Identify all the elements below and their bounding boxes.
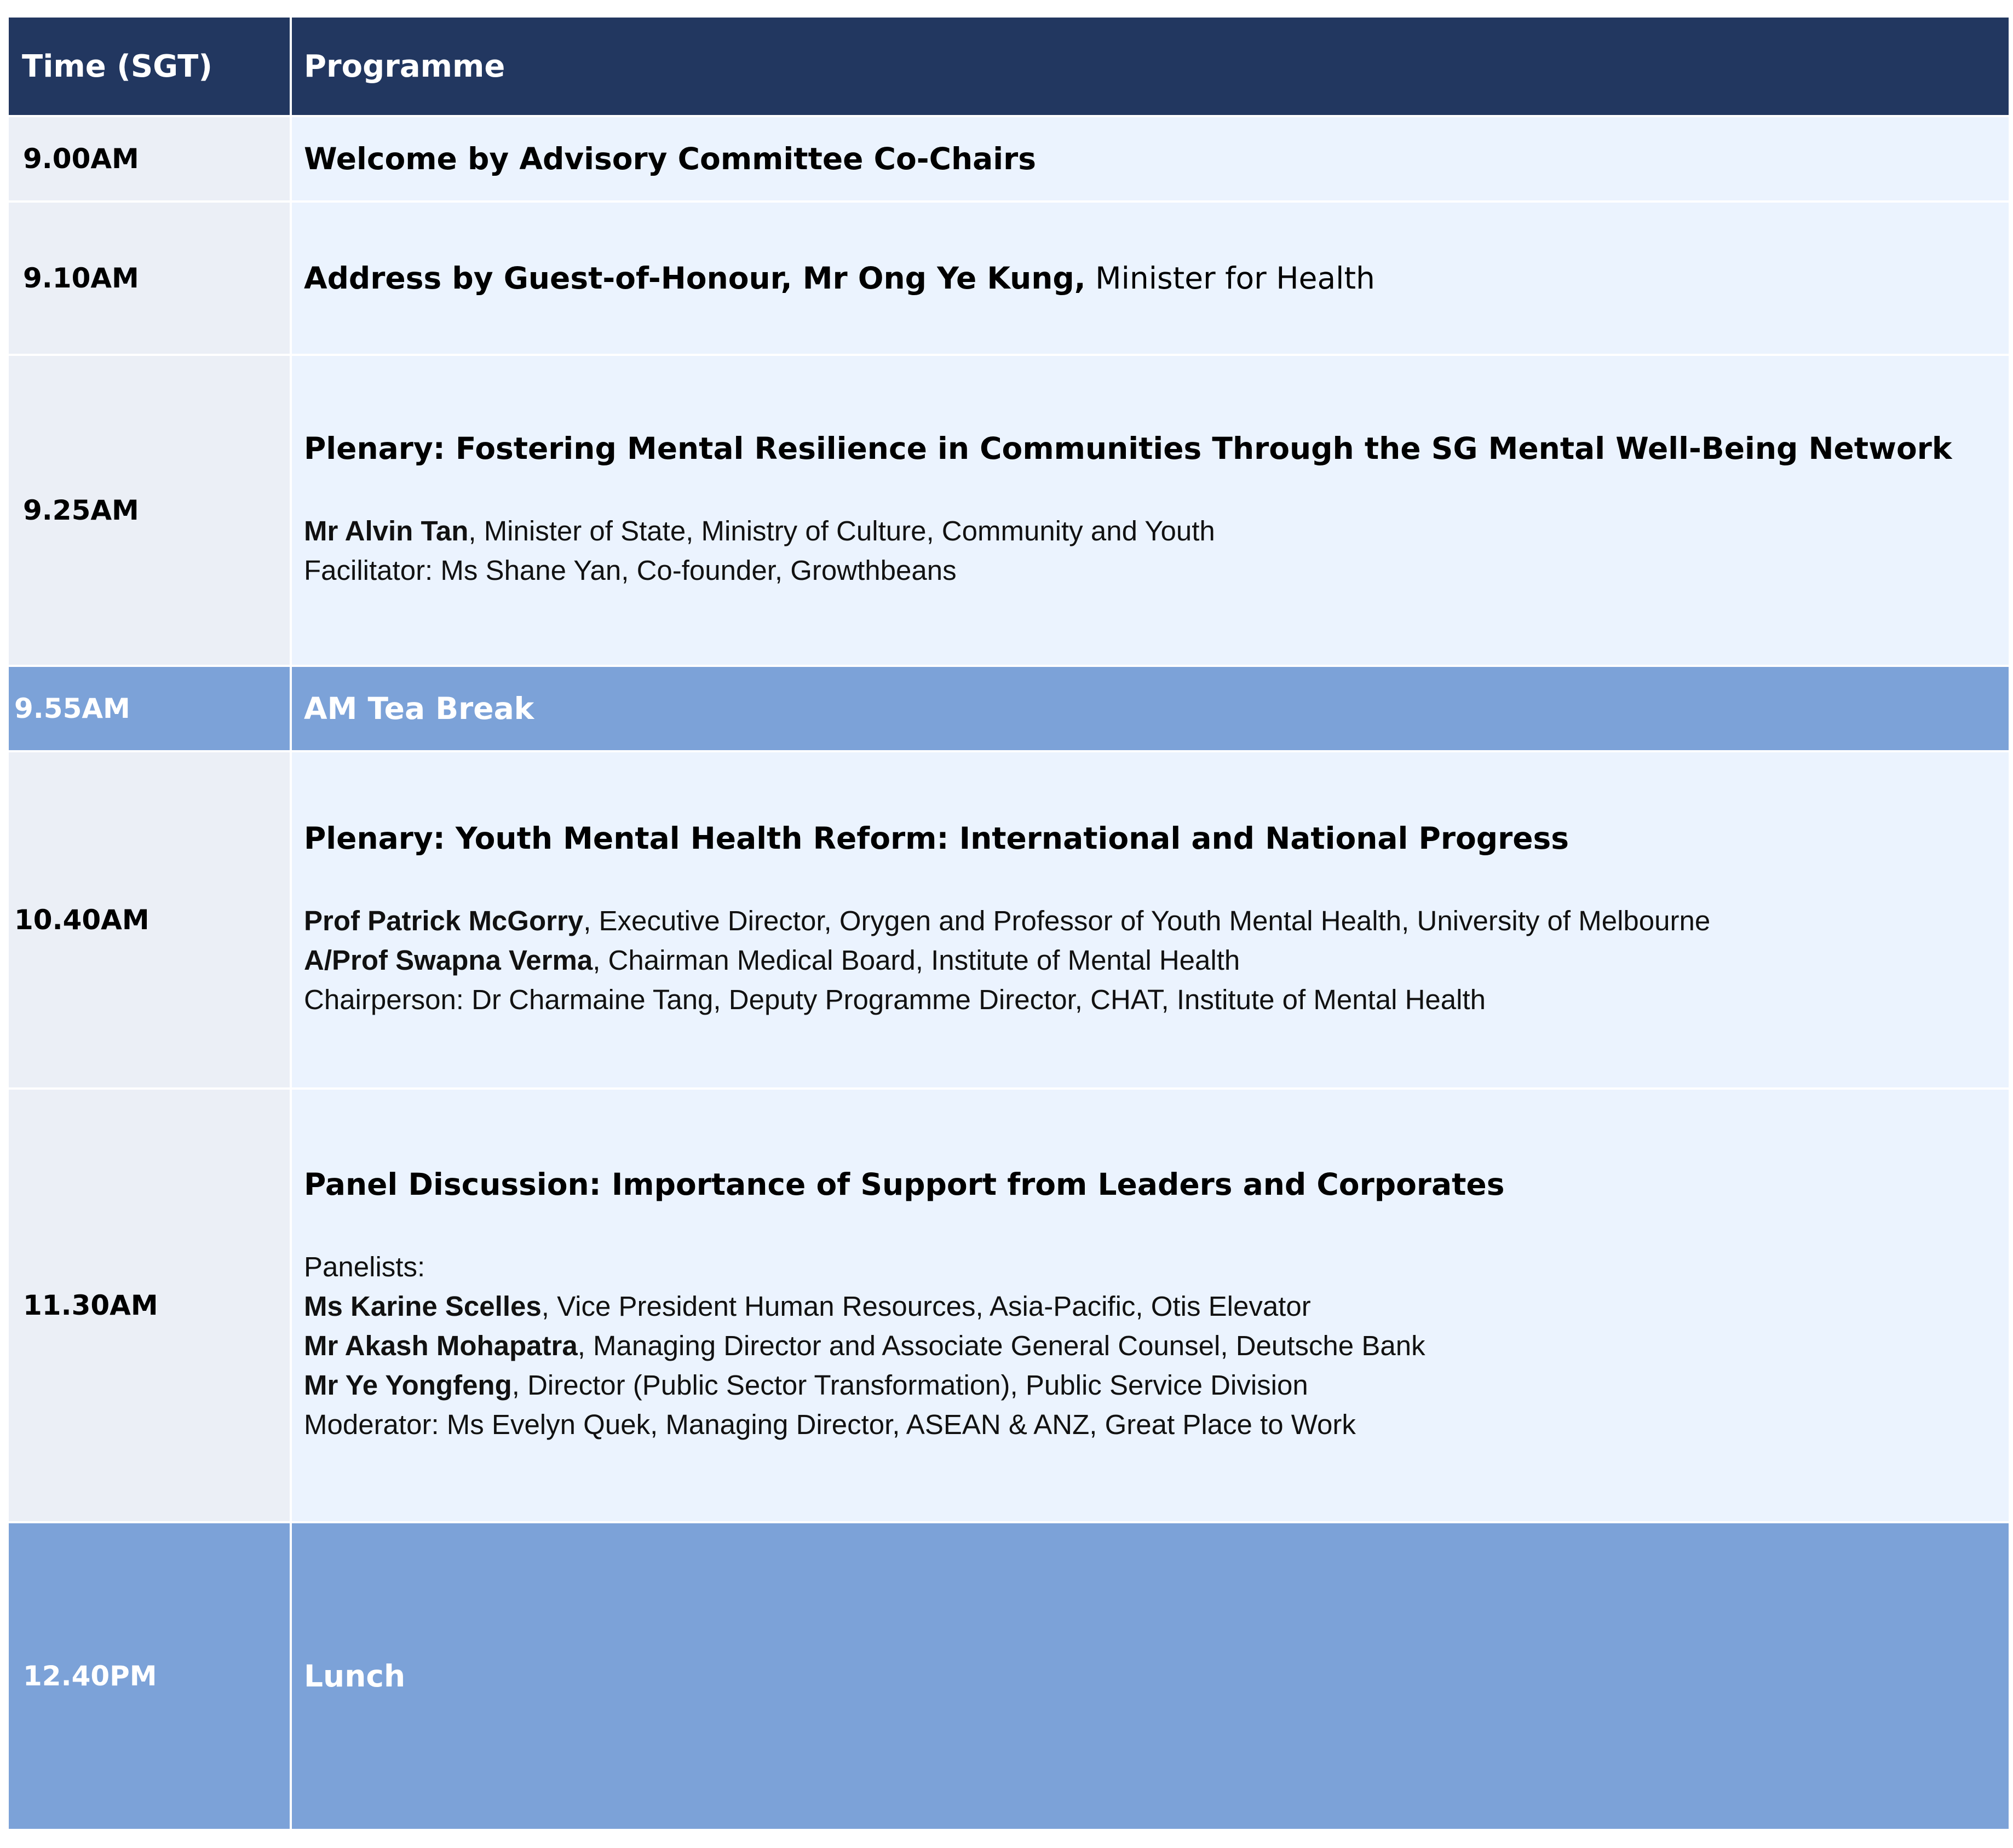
table-row-break: 12.40PM Lunch <box>7 1521 2011 1831</box>
session-title-suffix: Minister for Health <box>1085 261 1375 296</box>
table-row: 9.25AM Plenary: Fostering Mental Resilie… <box>7 354 2011 667</box>
time-cell: 9.00AM <box>7 115 292 203</box>
time-cell: 9.25AM <box>7 354 292 667</box>
time-cell: 11.30AM <box>7 1087 292 1523</box>
session-title: Panel Discussion: Importance of Support … <box>304 1167 1505 1202</box>
chairperson-line: Chairperson: Dr Charmaine Tang, Deputy P… <box>304 980 1998 1020</box>
panelist-name: Mr Ye Yongfeng <box>304 1369 512 1401</box>
session-title: Welcome by Advisory Committee Co-Chairs <box>304 141 1036 176</box>
table-row-break: 9.55AM AM Tea Break <box>7 665 2011 752</box>
session-title: Plenary: Youth Mental Health Reform: Int… <box>304 821 1569 856</box>
facilitator-line: Facilitator: Ms Shane Yan, Co-founder, G… <box>304 551 1998 590</box>
facilitator-text: Facilitator: Ms Shane Yan, Co-founder, G… <box>304 555 957 586</box>
programme-cell: Address by Guest-of-Honour, Mr Ong Ye Ku… <box>290 200 2011 356</box>
session-title: Address by Guest-of-Honour, Mr Ong Ye Ku… <box>304 261 1086 296</box>
session-title: Plenary: Fostering Mental Resilience in … <box>304 431 1952 466</box>
time-cell: 9.10AM <box>7 200 292 356</box>
programme-cell: Welcome by Advisory Committee Co-Chairs <box>290 115 2011 203</box>
panelists-text: Panelists: <box>304 1251 425 1282</box>
session-title: Lunch <box>304 1659 406 1694</box>
panelist-role: , Director (Public Sector Transformation… <box>511 1369 1308 1401</box>
speaker-role: , Chairman Medical Board, Institute of M… <box>593 945 1240 976</box>
speaker-role: , Executive Director, Orygen and Profess… <box>583 905 1711 936</box>
time-cell: 12.40PM <box>7 1521 292 1831</box>
panelists-label: Panelists: <box>304 1247 1998 1287</box>
session-title-wrap: Address by Guest-of-Honour, Mr Ong Ye Ku… <box>304 260 1998 296</box>
table-row: 11.30AM Panel Discussion: Importance of … <box>7 1087 2011 1523</box>
table-row: 9.00AM Welcome by Advisory Committee Co-… <box>7 115 2011 203</box>
panelist-role: , Vice President Human Resources, Asia-P… <box>541 1291 1311 1322</box>
panelist-line: Mr Ye Yongfeng, Director (Public Sector … <box>304 1366 1998 1405</box>
programme-table: Time (SGT) Programme 9.00AM Welcome by A… <box>7 15 2011 1831</box>
speaker-name: A/Prof Swapna Verma <box>304 945 593 976</box>
speaker-role: , Minister of State, Ministry of Culture… <box>468 515 1215 546</box>
time-cell: 10.40AM <box>7 750 292 1090</box>
header-time: Time (SGT) <box>7 15 292 117</box>
programme-cell: Lunch <box>290 1521 2011 1831</box>
speaker-line: Prof Patrick McGorry, Executive Director… <box>304 901 1998 941</box>
speaker-name: Prof Patrick McGorry <box>304 905 584 936</box>
chairperson-text: Chairperson: Dr Charmaine Tang, Deputy P… <box>304 984 1486 1015</box>
programme-cell: Plenary: Fostering Mental Resilience in … <box>290 354 2011 667</box>
speaker-line: Mr Alvin Tan, Minister of State, Ministr… <box>304 511 1998 551</box>
panelist-line: Ms Karine Scelles, Vice President Human … <box>304 1287 1998 1326</box>
programme-cell: AM Tea Break <box>290 665 2011 752</box>
session-title: AM Tea Break <box>304 691 534 726</box>
speaker-name: Mr Alvin Tan <box>304 515 469 546</box>
session-details: Mr Alvin Tan, Minister of State, Ministr… <box>304 511 1998 590</box>
table-row: 10.40AM Plenary: Youth Mental Health Ref… <box>7 750 2011 1090</box>
table-row: 9.10AM Address by Guest-of-Honour, Mr On… <box>7 200 2011 356</box>
panelist-name: Mr Akash Mohapatra <box>304 1330 578 1361</box>
speaker-line: A/Prof Swapna Verma, Chairman Medical Bo… <box>304 941 1998 980</box>
programme-cell: Panel Discussion: Importance of Support … <box>290 1087 2011 1523</box>
panelist-line: Mr Akash Mohapatra, Managing Director an… <box>304 1326 1998 1366</box>
moderator-line: Moderator: Ms Evelyn Quek, Managing Dire… <box>304 1405 1998 1444</box>
header-programme: Programme <box>290 15 2011 117</box>
moderator-text: Moderator: Ms Evelyn Quek, Managing Dire… <box>304 1409 1356 1440</box>
panelist-name: Ms Karine Scelles <box>304 1291 542 1322</box>
panelist-role: , Managing Director and Associate Genera… <box>577 1330 1425 1361</box>
time-cell: 9.55AM <box>7 665 292 752</box>
programme-cell: Plenary: Youth Mental Health Reform: Int… <box>290 750 2011 1090</box>
session-details: Prof Patrick McGorry, Executive Director… <box>304 901 1998 1020</box>
table-header-row: Time (SGT) Programme <box>7 15 2011 117</box>
session-details: Panelists: Ms Karine Scelles, Vice Presi… <box>304 1247 1998 1444</box>
